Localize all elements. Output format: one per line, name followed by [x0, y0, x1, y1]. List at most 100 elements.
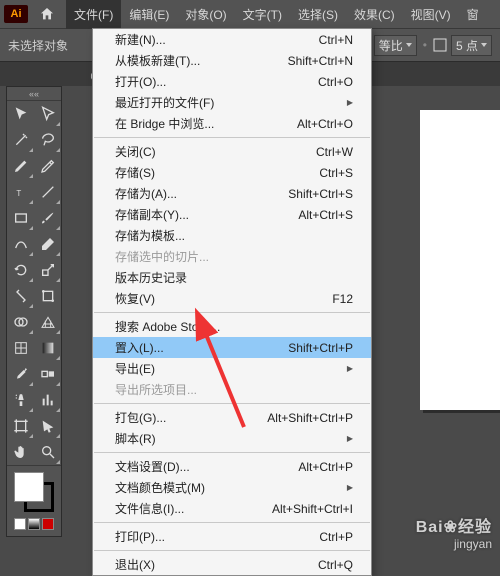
watermark: Bai❀经验 jingyan: [416, 513, 492, 551]
line-tool[interactable]: [34, 179, 61, 205]
menu-item[interactable]: 新建(N)... Ctrl+N: [93, 29, 371, 50]
menu-file[interactable]: 文件(F): [66, 0, 121, 29]
menu-item-shortcut: Ctrl+P: [319, 530, 353, 544]
menu-item-label: 退出(X): [115, 556, 155, 573]
pen-tool[interactable]: [7, 153, 34, 179]
blend-tool[interactable]: [34, 361, 61, 387]
column-graph-tool[interactable]: [34, 387, 61, 413]
magic-wand-tool[interactable]: [7, 127, 34, 153]
menu-item[interactable]: 脚本(R): [93, 428, 371, 449]
menu-item-label: 存储为(A)...: [115, 185, 177, 202]
menu-item-label: 文档颜色模式(M): [115, 479, 205, 496]
menu-item[interactable]: 打开(O)...Ctrl+O: [93, 71, 371, 92]
menu-item[interactable]: 打印(P)... Ctrl+P: [93, 526, 371, 547]
menu-item-label: 从模板新建(T)...: [115, 52, 200, 69]
menu-edit[interactable]: 编辑(E): [121, 0, 177, 29]
menu-item[interactable]: 文档设置(D)...Alt+Ctrl+P: [93, 456, 371, 477]
menu-item[interactable]: 退出(X)Ctrl+Q: [93, 554, 371, 575]
menu-item-label: 关闭(C): [115, 143, 156, 160]
menu-item[interactable]: 存储为模板...: [93, 225, 371, 246]
scale-value: 等比: [379, 37, 403, 54]
free-transform-tool[interactable]: [34, 283, 61, 309]
slice-tool[interactable]: [34, 413, 61, 439]
menu-item[interactable]: 存储副本(Y)... Alt+Ctrl+S: [93, 204, 371, 225]
menu-item-label: 存储选中的切片...: [115, 248, 209, 265]
menu-item[interactable]: 关闭(C) Ctrl+W: [93, 141, 371, 162]
symbol-sprayer-tool[interactable]: [7, 387, 34, 413]
hand-tool[interactable]: [7, 439, 34, 465]
perspective-grid-tool[interactable]: [34, 309, 61, 335]
paintbrush-tool[interactable]: [34, 205, 61, 231]
artboard-tool[interactable]: [7, 413, 34, 439]
menu-object[interactable]: 对象(O): [177, 0, 234, 29]
curvature-tool[interactable]: [34, 153, 61, 179]
menu-item-label: 存储(S): [115, 164, 155, 181]
menu-item[interactable]: 文件信息(I)... Alt+Shift+Ctrl+I: [93, 498, 371, 519]
menu-effect[interactable]: 效果(C): [346, 0, 403, 29]
mode-gradient[interactable]: [28, 518, 40, 530]
stroke-value: 5 点: [456, 37, 478, 54]
menu-item[interactable]: 从模板新建(T)... Shift+Ctrl+N: [93, 50, 371, 71]
menu-item-label: 文件信息(I)...: [115, 500, 184, 517]
menu-item-label: 搜索 Adobe Stock...: [115, 318, 220, 335]
scale-field[interactable]: 等比: [374, 35, 417, 56]
rotate-tool[interactable]: [7, 257, 34, 283]
menu-item-shortcut: F12: [332, 292, 353, 306]
menu-item-shortcut: Ctrl+O: [318, 75, 353, 89]
menu-item[interactable]: 导出(E): [93, 358, 371, 379]
shaper-tool[interactable]: [7, 231, 34, 257]
zoom-tool[interactable]: [34, 439, 61, 465]
svg-text:T: T: [16, 189, 21, 198]
tools-panel: «« T: [6, 86, 62, 537]
menu-item[interactable]: 最近打开的文件(F): [93, 92, 371, 113]
shape-builder-tool[interactable]: [7, 309, 34, 335]
menu-item[interactable]: 存储(S)Ctrl+S: [93, 162, 371, 183]
lasso-tool[interactable]: [34, 127, 61, 153]
rectangle-tool[interactable]: [7, 205, 34, 231]
menu-item-label: 打包(G)...: [115, 409, 166, 426]
menu-item[interactable]: 存储为(A)...Shift+Ctrl+S: [93, 183, 371, 204]
menu-view[interactable]: 视图(V): [403, 0, 459, 29]
menu-window[interactable]: 窗: [459, 0, 487, 29]
selection-tool[interactable]: [7, 101, 34, 127]
menu-select[interactable]: 选择(S): [290, 0, 346, 29]
menu-item-shortcut: Alt+Shift+Ctrl+P: [267, 411, 353, 425]
mesh-tool[interactable]: [7, 335, 34, 361]
type-tool[interactable]: T: [7, 179, 34, 205]
menu-item-label: 脚本(R): [115, 430, 156, 447]
menu-item-shortcut: Alt+Shift+Ctrl+I: [272, 502, 353, 516]
menu-item-shortcut: Shift+Ctrl+N: [288, 54, 353, 68]
menu-item[interactable]: 打包(G)... Alt+Shift+Ctrl+P: [93, 407, 371, 428]
menu-item-label: 存储副本(Y)...: [115, 206, 189, 223]
chevron-down-icon: [406, 43, 412, 47]
menu-item[interactable]: 恢复(V) F12: [93, 288, 371, 309]
menu-item[interactable]: 文档颜色模式(M): [93, 477, 371, 498]
menu-item-shortcut: Alt+Ctrl+S: [298, 208, 353, 222]
app-badge: Ai: [4, 5, 28, 23]
menu-item[interactable]: 在 Bridge 中浏览...Alt+Ctrl+O: [93, 113, 371, 134]
eyedropper-tool[interactable]: [7, 361, 34, 387]
stroke-field[interactable]: 5 点: [433, 35, 492, 56]
mode-none[interactable]: [42, 518, 54, 530]
panel-collapse-icon[interactable]: ««: [7, 87, 61, 101]
color-swatches[interactable]: [7, 466, 61, 536]
menu-item-label: 最近打开的文件(F): [115, 94, 214, 111]
menu-item-shortcut: Ctrl+W: [316, 145, 353, 159]
direct-selection-tool[interactable]: [34, 101, 61, 127]
menu-item-shortcut: Ctrl+N: [319, 33, 353, 47]
artboard: [420, 110, 500, 410]
fill-swatch[interactable]: [14, 472, 44, 502]
eraser-tool[interactable]: [34, 231, 61, 257]
menu-item[interactable]: 搜索 Adobe Stock...: [93, 316, 371, 337]
menu-type[interactable]: 文字(T): [235, 0, 290, 29]
menu-item-label: 新建(N)...: [115, 31, 166, 48]
width-tool[interactable]: [7, 283, 34, 309]
menu-item[interactable]: 置入(L)...Shift+Ctrl+P: [93, 337, 371, 358]
menu-item-label: 恢复(V): [115, 290, 155, 307]
mode-color[interactable]: [14, 518, 26, 530]
scale-tool[interactable]: [34, 257, 61, 283]
home-icon[interactable]: [36, 3, 58, 25]
menu-item-label: 打印(P)...: [115, 528, 165, 545]
gradient-tool[interactable]: [34, 335, 61, 361]
menu-item[interactable]: 版本历史记录: [93, 267, 371, 288]
